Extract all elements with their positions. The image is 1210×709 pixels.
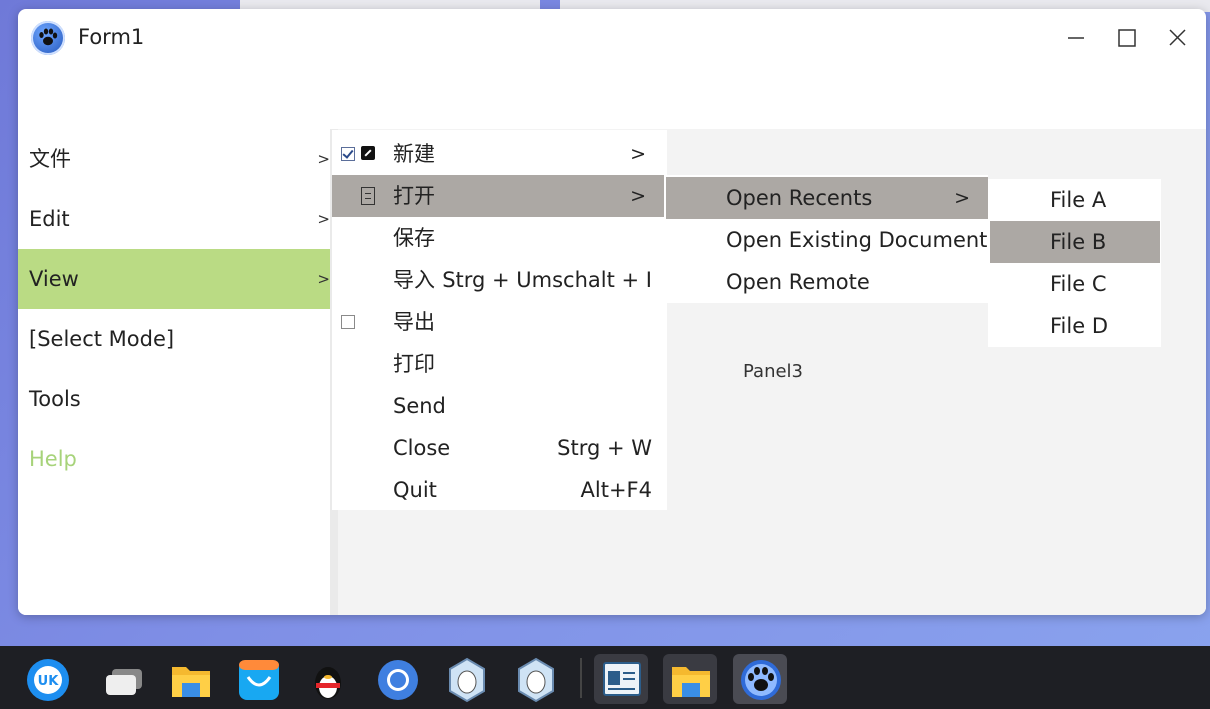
- minimize-button[interactable]: [1060, 23, 1092, 53]
- open-submenu: Open Recents > Open Existing Document Op…: [666, 175, 988, 303]
- browser-icon[interactable]: [370, 654, 424, 704]
- taskbar-separator: [580, 658, 582, 698]
- taskbar: UK: [0, 646, 1210, 709]
- sidebar-item-label: Edit: [29, 207, 70, 231]
- panel3-label: Panel3: [743, 361, 804, 382]
- start-menu-icon[interactable]: UK: [20, 654, 74, 704]
- submenu-arrow: >: [954, 187, 970, 209]
- file-dropdown-menu: 新建 > 打开 > 保存 导入 Strg + Umschalt + I 导出 打…: [332, 130, 667, 510]
- app-store-icon[interactable]: [231, 654, 285, 704]
- submenu-arrow: >: [630, 185, 646, 207]
- menu-item-label: Open Recents: [726, 186, 873, 210]
- menu-item-label: 导入: [393, 268, 435, 292]
- file-manager-icon[interactable]: [663, 654, 717, 704]
- sidebar-item-label: [Select Mode]: [29, 327, 175, 351]
- menu-item-label: Close: [393, 436, 451, 460]
- title-bar[interactable]: Form1: [18, 9, 1206, 67]
- menu-item-send[interactable]: Send: [332, 385, 664, 427]
- qq-icon[interactable]: [300, 654, 354, 704]
- close-button[interactable]: [1161, 23, 1193, 53]
- sidebar-item-file[interactable]: 文件 >: [18, 129, 330, 189]
- checkbox-unchecked-icon[interactable]: [341, 315, 355, 329]
- wolf-app-icon[interactable]: [439, 654, 493, 704]
- lazarus-icon[interactable]: [733, 654, 787, 704]
- sidebar-menu: 文件 > Edit > View > [Select Mode] Tools H…: [18, 129, 330, 615]
- submenu-arrow: >: [630, 143, 646, 165]
- menu-item-label: Open Remote: [726, 270, 870, 294]
- window-title: Form1: [78, 25, 145, 49]
- menu-item-file-b[interactable]: File B: [990, 221, 1160, 263]
- menu-shortcut: Strg + W: [557, 436, 652, 460]
- menu-item-label: 打开: [393, 184, 435, 208]
- menu-item-file-a[interactable]: File A: [988, 179, 1161, 221]
- menu-item-label: File B: [1050, 230, 1107, 254]
- open-icon: [361, 187, 375, 205]
- sidebar-item-tools[interactable]: Tools: [18, 369, 330, 429]
- menu-item-export[interactable]: 导出: [332, 301, 664, 343]
- checkbox-checked-icon[interactable]: [341, 147, 355, 161]
- sidebar-item-label: Tools: [29, 387, 81, 411]
- sidebar-item-edit[interactable]: Edit >: [18, 189, 330, 249]
- menu-item-print[interactable]: 打印: [332, 343, 664, 385]
- file-manager-icon[interactable]: [163, 654, 217, 704]
- menu-shortcut: Alt+F4: [580, 478, 652, 502]
- menu-item-label: Send: [393, 394, 446, 418]
- svg-text:UK: UK: [38, 674, 60, 689]
- submenu-arrow: >: [317, 270, 330, 288]
- sidebar-item-select-mode[interactable]: [Select Mode]: [18, 309, 330, 369]
- sidebar-item-view[interactable]: View >: [18, 249, 330, 309]
- sidebar-item-help[interactable]: Help: [18, 429, 330, 489]
- text-editor-icon[interactable]: [594, 654, 648, 704]
- menu-item-label: Open Existing Document: [726, 228, 988, 252]
- menu-item-label: 新建: [393, 142, 435, 166]
- menu-item-import[interactable]: 导入 Strg + Umschalt + I: [332, 259, 664, 301]
- menu-item-label: File A: [1050, 188, 1107, 212]
- menu-item-open-recents[interactable]: Open Recents >: [666, 177, 988, 219]
- menu-item-label: 保存: [393, 226, 435, 250]
- submenu-arrow: >: [317, 210, 330, 228]
- lazarus-paw-icon: [31, 21, 65, 55]
- maximize-button[interactable]: [1110, 23, 1142, 53]
- menu-item-open-remote[interactable]: Open Remote: [666, 261, 988, 303]
- sidebar-item-label: View: [29, 267, 79, 291]
- menu-item-open[interactable]: 打开 >: [332, 175, 664, 217]
- menu-item-quit[interactable]: Quit Alt+F4: [332, 469, 664, 511]
- menu-item-label: File C: [1050, 272, 1107, 296]
- menu-item-close[interactable]: Close Strg + W: [332, 427, 664, 469]
- menu-item-label: File D: [1050, 314, 1108, 338]
- menu-item-new[interactable]: 新建 >: [332, 133, 664, 175]
- menu-item-file-d[interactable]: File D: [988, 305, 1161, 347]
- sidebar-item-label: 文件: [29, 147, 71, 171]
- menu-item-save[interactable]: 保存: [332, 217, 664, 259]
- menu-item-file-c[interactable]: File C: [988, 263, 1161, 305]
- menu-item-label: Quit: [393, 478, 437, 502]
- menu-shortcut: Strg + Umschalt + I: [442, 268, 652, 292]
- menu-item-label: 打印: [393, 352, 435, 376]
- multitask-view-icon[interactable]: [95, 654, 149, 704]
- menu-item-open-existing[interactable]: Open Existing Document: [666, 219, 988, 261]
- submenu-arrow: >: [317, 150, 330, 168]
- menu-item-label: 导出: [393, 310, 435, 334]
- wolf-app-icon[interactable]: [508, 654, 562, 704]
- edit-icon: [361, 146, 375, 160]
- sidebar-item-label: Help: [29, 447, 77, 471]
- recents-submenu: File A File B File C File D: [988, 179, 1161, 347]
